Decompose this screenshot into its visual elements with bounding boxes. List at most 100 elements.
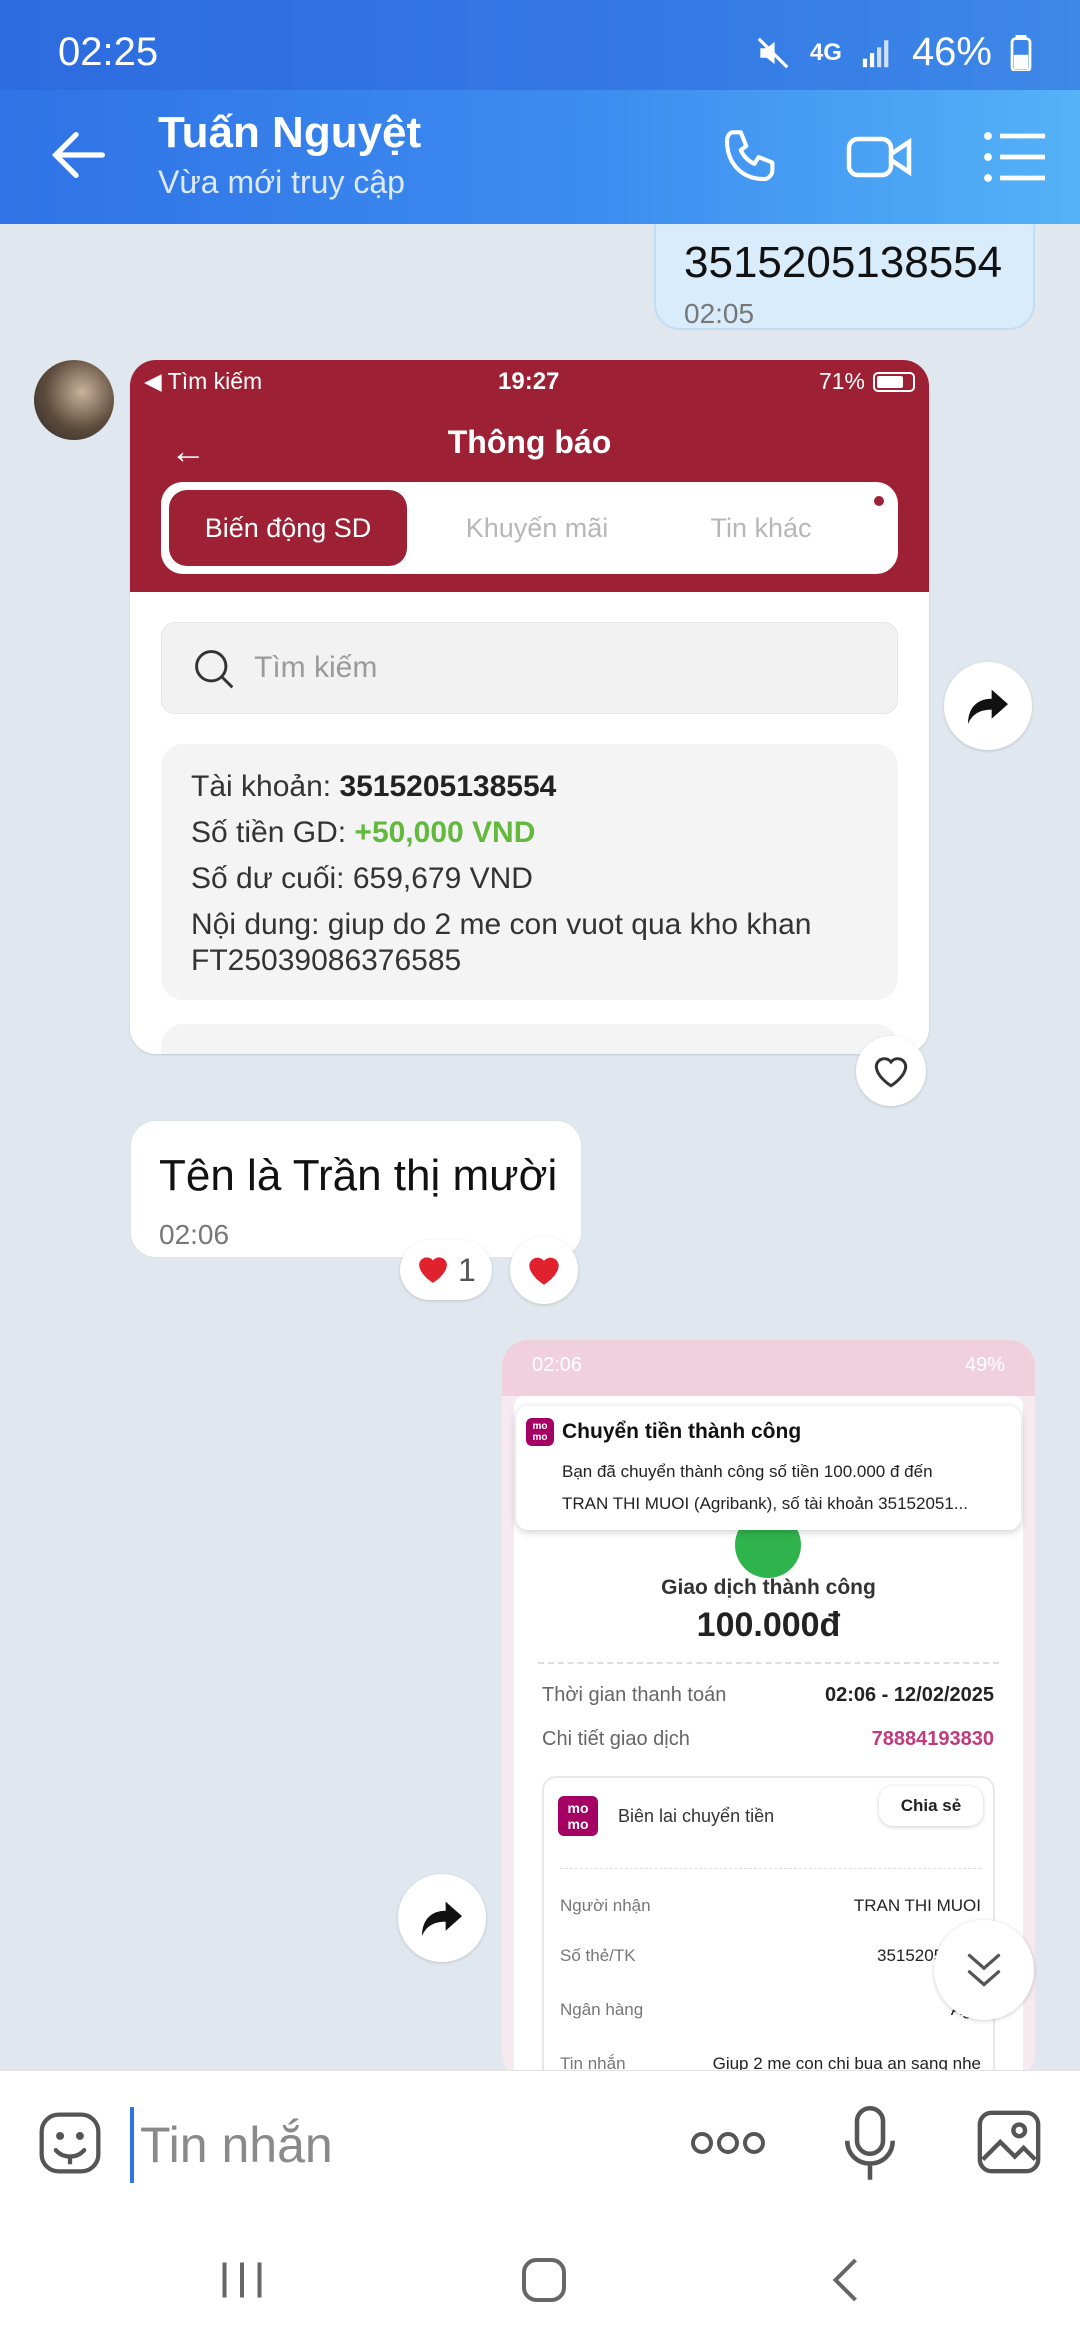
amount-label: Số tiền GD: bbox=[191, 816, 347, 849]
reference-line: FT25039086376585 bbox=[191, 944, 462, 977]
battery-icon bbox=[1010, 34, 1032, 71]
home-icon[interactable] bbox=[514, 2250, 574, 2310]
receiver-value: TRAN THI MUOI bbox=[853, 1896, 981, 1915]
transaction-detail-value: 78884193830 bbox=[871, 1728, 994, 1750]
heart-icon bbox=[529, 1257, 559, 1285]
tab-promotions: Khuyến mãi bbox=[465, 513, 609, 543]
shot-battery-percent: 71% bbox=[818, 368, 865, 394]
phone-call-icon[interactable] bbox=[712, 124, 786, 190]
message-time: 02:06 bbox=[159, 1219, 230, 1250]
unread-dot bbox=[874, 496, 884, 506]
account-line: Tài khoản: 3515205138554 bbox=[191, 770, 556, 804]
status-icons: 4G 46% bbox=[754, 30, 1032, 75]
account-label: Tài khoản: bbox=[191, 770, 332, 803]
reaction-count: 1 bbox=[458, 1252, 476, 1288]
transaction-result: Giao dịch thành công bbox=[661, 1576, 876, 1599]
content-line: Nội dung: giup do 2 me con vuot qua kho … bbox=[191, 908, 812, 941]
transaction-panel: Tài khoản: 3515205138554 Số tiền GD: +50… bbox=[161, 744, 898, 1000]
message-text: 3515205138554 bbox=[684, 238, 1003, 287]
forward-button[interactable] bbox=[398, 1874, 486, 1962]
balance-line: Số dư cuối: 659,679 VND bbox=[191, 862, 533, 895]
tab-other: Tin khác bbox=[710, 513, 812, 543]
receiver-label: Người nhận bbox=[560, 1896, 651, 1915]
shot-status-right: 71% bbox=[819, 368, 915, 395]
bank-label: Ngân hàng bbox=[560, 2000, 644, 2019]
message-composer bbox=[0, 2070, 1080, 2218]
next-item-strip bbox=[161, 1024, 898, 1054]
bank-row: Ngân hàng Agri bbox=[560, 2000, 981, 2020]
tab-balance-changes: Biến động SD bbox=[169, 490, 407, 566]
message-text: Tên là Trần thị mười bbox=[159, 1151, 558, 1200]
heart-outline-icon bbox=[874, 1057, 908, 1088]
scroll-to-bottom-button[interactable] bbox=[934, 1920, 1034, 2020]
shot-title: Thông báo bbox=[447, 424, 612, 460]
mute-icon bbox=[757, 37, 789, 68]
account-label: Số thẻ/TK bbox=[560, 1946, 636, 1965]
system-nav-bar bbox=[0, 2218, 1080, 2340]
share-arrow-icon bbox=[422, 1901, 462, 1937]
shot-battery-percent: 49% bbox=[964, 1354, 1005, 1376]
contact-status: Vừa mới truy cập bbox=[158, 164, 405, 200]
menu-list-icon[interactable] bbox=[978, 124, 1052, 190]
momo-logo-icon: mo mo bbox=[526, 1418, 554, 1446]
back-arrow-icon[interactable] bbox=[44, 120, 114, 190]
video-call-icon[interactable] bbox=[842, 124, 916, 190]
react-heart-button[interactable] bbox=[510, 1236, 578, 1304]
shot-search-bar: Tìm kiếm bbox=[161, 622, 898, 714]
message-value: Giup 2 me con chi bua an sang nhe bbox=[712, 2054, 981, 2070]
chat-header: 02:25 4G 46% Tuấn Nguyệt Vừa mới truy cậ… bbox=[0, 0, 1080, 224]
shot-status-left: ◀ Tìm kiếm bbox=[144, 368, 263, 394]
bank-header: ◀ Tìm kiếm 19:27 71% ← Thông báo Biến độ… bbox=[130, 360, 929, 592]
contact-name[interactable]: Tuấn Nguyệt bbox=[158, 108, 421, 158]
shot-tabs: Biến động SD Khuyến mãi Tin khác bbox=[161, 482, 898, 574]
receipt-card: mo mo Biên lai chuyển tiền Chia sẻ Người… bbox=[542, 1776, 995, 2070]
search-icon bbox=[195, 650, 234, 689]
more-options-icon[interactable] bbox=[690, 2123, 766, 2163]
forward-button[interactable] bbox=[944, 662, 1032, 750]
receipt-title: Biên lai chuyển tiền bbox=[618, 1806, 775, 1826]
avatar[interactable] bbox=[34, 360, 114, 440]
momo-logo-icon: mo mo bbox=[558, 1796, 598, 1836]
incoming-message[interactable]: Tên là Trần thị mười 02:06 bbox=[130, 1120, 582, 1258]
payment-time-value: 02:06 - 12/02/2025 bbox=[824, 1684, 994, 1706]
signal-icon bbox=[862, 39, 889, 67]
divider bbox=[560, 1868, 981, 1869]
message-label: Tin nhắn bbox=[560, 2054, 626, 2070]
transfer-notification: mo mo Chuyển tiền thành công Bạn đã chuy… bbox=[516, 1406, 1021, 1530]
notification-line-1: Bạn đã chuyển thành công số tiền 100.000… bbox=[562, 1462, 933, 1481]
payment-time-label: Thời gian thanh toán bbox=[542, 1684, 727, 1706]
amount-line: Số tiền GD: +50,000 VND bbox=[191, 816, 535, 850]
back-nav-icon[interactable] bbox=[818, 2250, 878, 2310]
shot-status-time: 19:27 bbox=[498, 368, 560, 395]
battery-icon bbox=[873, 371, 915, 392]
react-heart-button[interactable] bbox=[856, 1036, 926, 1106]
amount-value: +50,000 VND bbox=[354, 816, 536, 849]
shot-status-time: 02:06 bbox=[532, 1354, 583, 1376]
payment-time-row: Thời gian thanh toán 02:06 - 12/02/2025 bbox=[542, 1684, 994, 1707]
battery-percent: 46% bbox=[911, 30, 992, 74]
heart-icon bbox=[419, 1257, 447, 1283]
notification-title: Chuyển tiền thành công bbox=[562, 1420, 802, 1443]
reaction-summary[interactable]: 1 bbox=[400, 1240, 492, 1300]
recent-apps-icon[interactable] bbox=[212, 2250, 272, 2310]
transaction-amount: 100.000đ bbox=[696, 1606, 841, 1644]
bank-screenshot-image[interactable]: ◀ Tìm kiếm 19:27 71% ← Thông báo Biến độ… bbox=[130, 360, 929, 1054]
share-arrow-icon bbox=[968, 689, 1008, 725]
image-picker-icon[interactable] bbox=[974, 2107, 1044, 2177]
double-chevron-down-icon bbox=[967, 1953, 1001, 1987]
message-input[interactable] bbox=[130, 2107, 650, 2183]
sticker-emoji-icon[interactable] bbox=[36, 2109, 104, 2177]
receiver-row: Người nhận TRAN THI MUOI bbox=[560, 1896, 981, 1916]
account-value: 3515205138554 bbox=[339, 770, 557, 803]
microphone-icon[interactable] bbox=[842, 2105, 898, 2183]
share-button: Chia sẻ bbox=[879, 1786, 983, 1826]
message-row: Tin nhắn Giup 2 me con chi bua an sang n… bbox=[560, 2054, 981, 2070]
status-time: 02:25 bbox=[58, 30, 159, 74]
shot-status-bar: 02:06 49% bbox=[502, 1340, 1035, 1396]
transaction-detail-label: Chi tiết giao dịch bbox=[542, 1728, 690, 1750]
chat-messages[interactable]: 3515205138554 02:05 ◀ Tìm kiếm 19:27 71%… bbox=[0, 224, 1080, 2070]
account-row: Số thẻ/TK 35152051385 bbox=[560, 1946, 981, 1966]
outgoing-message[interactable]: 3515205138554 02:05 bbox=[654, 224, 1035, 330]
message-time: 02:05 bbox=[684, 298, 755, 329]
notification-line-2: TRAN THI MUOI (Agribank), số tài khoản 3… bbox=[562, 1494, 968, 1513]
